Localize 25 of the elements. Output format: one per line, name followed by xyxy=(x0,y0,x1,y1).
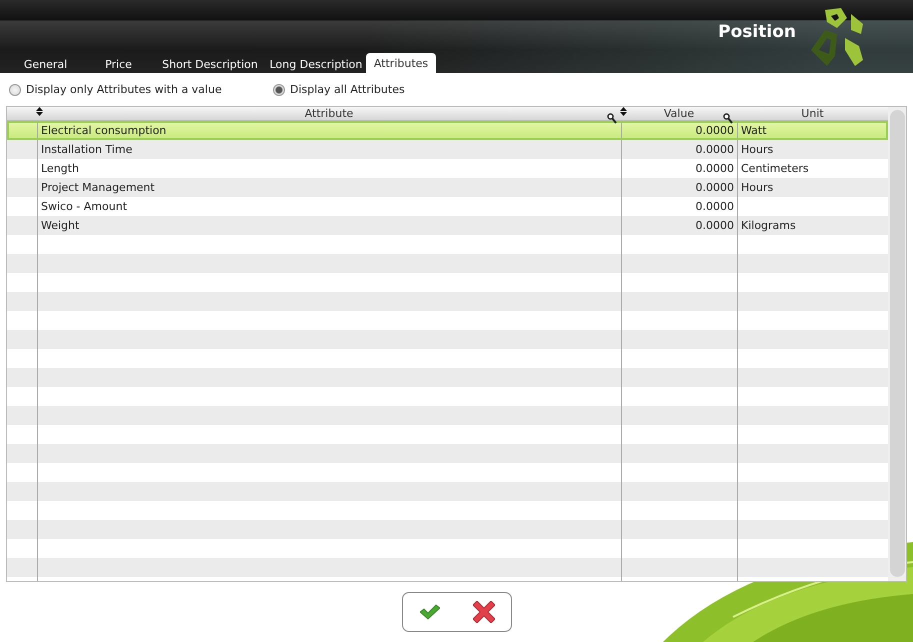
window-title: Position xyxy=(718,22,796,42)
tab[interactable]: Long Description xyxy=(270,56,362,73)
sort-icon[interactable] xyxy=(36,107,43,116)
close-icon xyxy=(472,601,494,623)
checkmark-icon xyxy=(420,604,440,620)
search-icon[interactable] xyxy=(607,113,617,124)
radio-label: Display all Attributes xyxy=(290,83,405,96)
column-header[interactable]: Value xyxy=(664,107,694,120)
table-row[interactable]: Installation Time 0.0000 Hours xyxy=(7,140,888,159)
tab[interactable]: Price xyxy=(105,56,132,73)
table-row[interactable]: Project Management 0.0000 Hours xyxy=(7,178,888,197)
cancel-button[interactable] xyxy=(472,600,496,624)
column-header[interactable]: Attribute xyxy=(304,107,354,120)
column-header[interactable]: Unit xyxy=(801,107,824,120)
scrollbar[interactable] xyxy=(888,107,906,581)
radio-button[interactable] xyxy=(9,84,21,96)
sort-icon[interactable] xyxy=(620,107,627,116)
radio-button[interactable] xyxy=(273,84,285,96)
table-row[interactable]: Weight 0.0000 Kilograms xyxy=(7,216,888,235)
tab[interactable]: General xyxy=(24,56,68,73)
table-row[interactable]: Electrical consumption 0.0000 Watt xyxy=(7,121,888,140)
tab[interactable]: Attributes xyxy=(366,53,436,73)
tab[interactable]: Short Description xyxy=(162,56,258,73)
search-icon[interactable] xyxy=(723,113,733,124)
radio-label: Display only Attributes with a value xyxy=(26,83,222,96)
